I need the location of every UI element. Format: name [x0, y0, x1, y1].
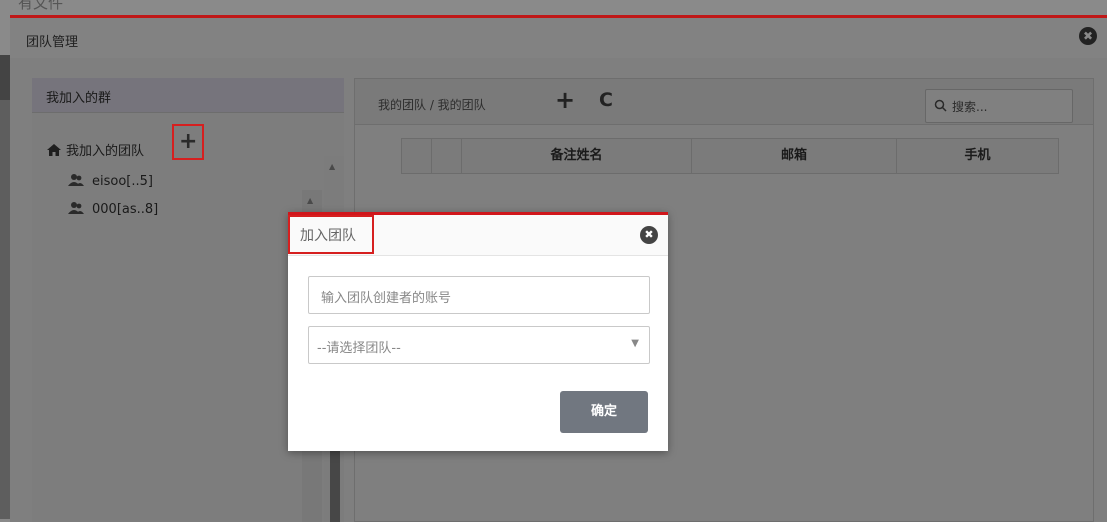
dialog-close-icon[interactable]: ✖ — [640, 226, 658, 244]
left-panel-title: 我加入的群 — [46, 91, 112, 106]
search-icon — [934, 99, 947, 112]
tree-root-joined-teams[interactable]: 我加入的团队 — [46, 140, 144, 164]
tree-item-team[interactable]: 000[as..8] — [68, 199, 158, 221]
search-placeholder: 搜索... — [952, 100, 988, 114]
background-window-title: 有文件 — [18, 0, 64, 12]
search-input[interactable]: 搜索... — [925, 89, 1073, 123]
column-name[interactable]: 备注姓名 — [462, 139, 692, 173]
column-checkbox[interactable] — [402, 139, 432, 173]
home-icon — [47, 144, 61, 156]
creator-account-input[interactable]: 输入团队创建者的账号 — [308, 276, 650, 314]
column-email[interactable]: 邮箱 — [692, 139, 897, 173]
team-select[interactable]: --请选择团队-- ▼ — [308, 326, 650, 364]
confirm-button[interactable]: 确定 — [560, 391, 648, 433]
background-strip-lower — [0, 100, 10, 519]
scroll-up-icon-inner[interactable]: ▲ — [307, 196, 313, 205]
join-team-dialog: 加入团队 ✖ 输入团队创建者的账号 --请选择团队-- ▼ 确定 — [288, 212, 668, 451]
column-phone[interactable]: 手机 — [897, 139, 1058, 173]
tree-item-label: eisoo[..5] — [92, 174, 153, 189]
creator-account-placeholder: 输入团队创建者的账号 — [321, 291, 452, 306]
background-strip — [0, 55, 10, 100]
table-header: 备注姓名 邮箱 手机 — [401, 138, 1059, 174]
breadcrumb: 我的团队 / 我的团队 — [378, 98, 486, 112]
tree-root-label: 我加入的团队 — [66, 144, 145, 159]
add-team-icon[interactable]: + — [179, 131, 197, 153]
dialog-title: 加入团队 — [300, 228, 356, 244]
refresh-icon[interactable]: C — [599, 89, 613, 111]
add-team-highlight[interactable]: + — [172, 124, 204, 160]
add-icon[interactable]: + — [555, 86, 575, 114]
team-select-placeholder: --请选择团队-- — [317, 341, 401, 356]
chevron-down-icon[interactable]: ▼ — [631, 338, 639, 349]
scroll-up-icon[interactable]: ▲ — [329, 162, 335, 171]
toolbar: 我的团队 / 我的团队 + C 搜索... — [355, 79, 1093, 125]
tree-item-team[interactable]: eisoo[..5] — [68, 171, 153, 193]
user-icon — [68, 174, 84, 186]
window-close-icon[interactable]: ✖ — [1079, 27, 1097, 45]
dialog-header: 加入团队 ✖ — [288, 215, 668, 256]
user-icon — [68, 202, 84, 214]
window-header: 团队管理 ✖ — [10, 18, 1107, 58]
window-title: 团队管理 — [26, 35, 79, 50]
left-panel-header: 我加入的群 — [32, 78, 344, 113]
tree-item-label: 000[as..8] — [92, 202, 159, 217]
column-blank — [432, 139, 462, 173]
